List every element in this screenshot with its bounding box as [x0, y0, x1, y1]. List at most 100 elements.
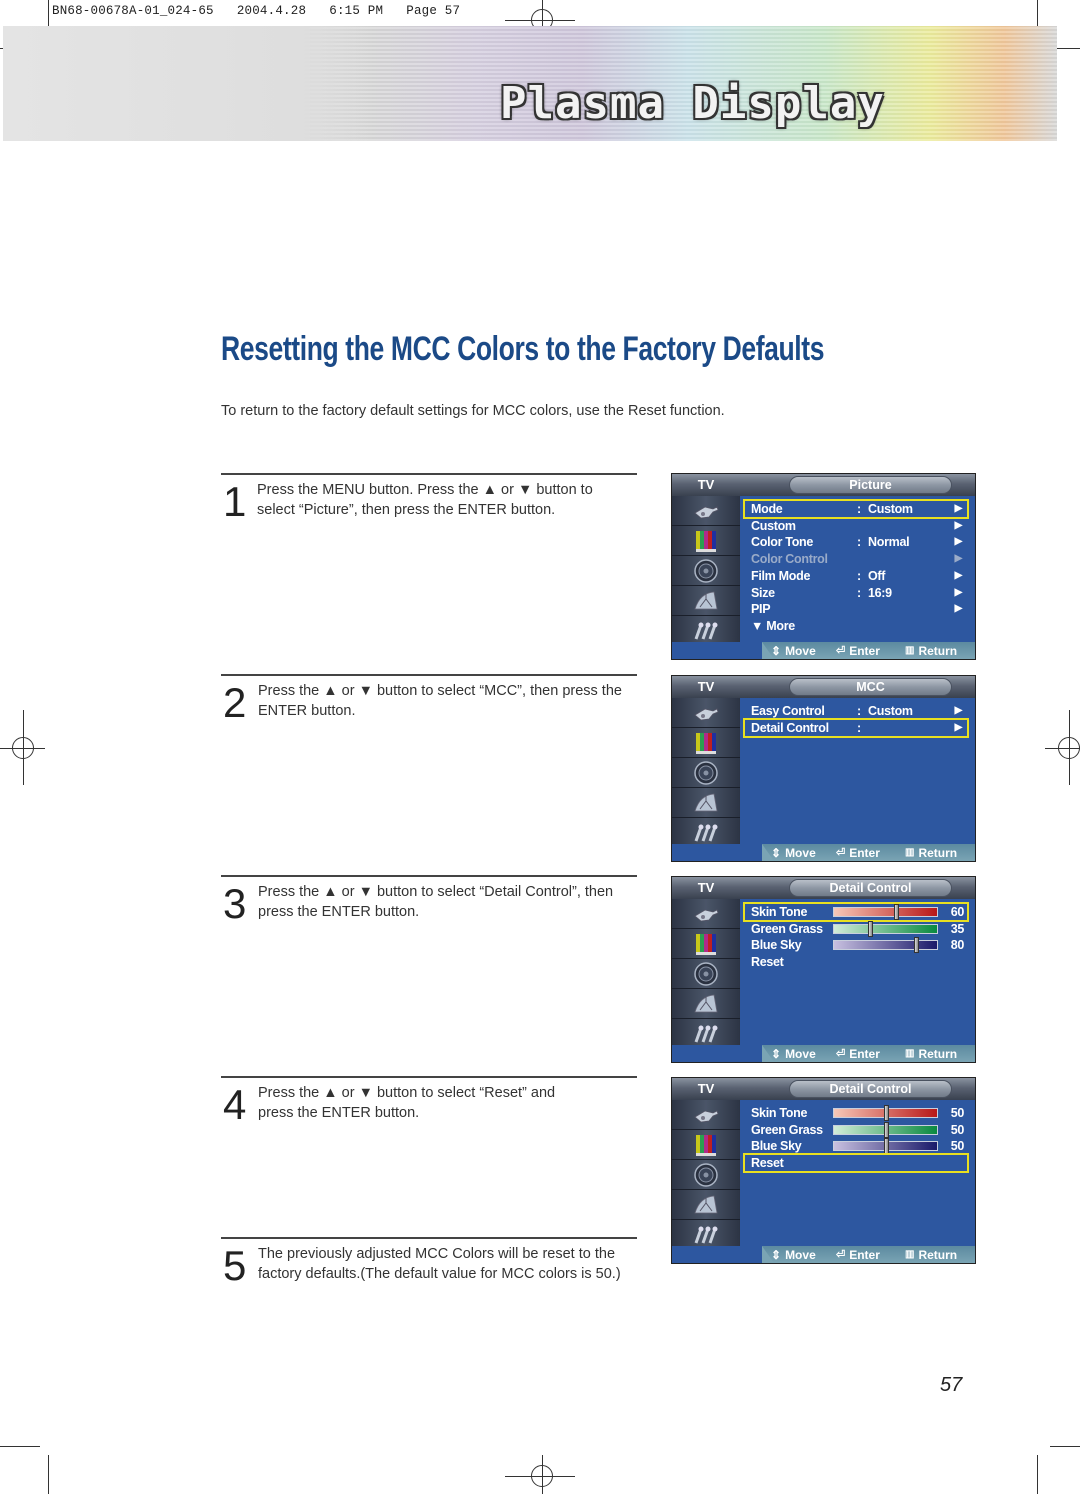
osd-menu-item[interactable]: Color Control ▶: [745, 551, 967, 567]
osd-move-hint: ⇕ Move: [771, 642, 816, 659]
osd-menu-item[interactable]: Easy Control: Custom ▶: [745, 703, 967, 719]
osd-menu-item[interactable]: Skin Tone 50: [745, 1105, 967, 1121]
menu-return-icon: ▥: [905, 645, 915, 656]
osd-item-label: Film Mode: [751, 568, 811, 583]
osd-menu-item[interactable]: Detail Control: ▶: [743, 717, 969, 738]
green-slider[interactable]: [833, 920, 938, 937]
arrow-right-icon: ▶: [954, 519, 963, 531]
red-slider[interactable]: [833, 904, 938, 920]
sound-speaker-icon[interactable]: [672, 758, 740, 788]
picture-color-bars-icon[interactable]: [672, 1130, 740, 1160]
osd-footer: ⇕ Move ⏎ Enter ▥ Return: [672, 1246, 975, 1263]
enter-icon: ⏎: [836, 1048, 846, 1060]
slider-thumb[interactable]: [914, 937, 920, 954]
slider-value: 60: [950, 905, 965, 919]
sound-speaker-icon[interactable]: [672, 959, 740, 989]
osd-menu-item[interactable]: Color Tone: Normal ▶: [745, 534, 967, 550]
osd-item-label: Green Grass: [751, 1122, 823, 1137]
input-plug-icon[interactable]: [672, 1100, 740, 1130]
osd-item-value: 16:9: [868, 585, 892, 600]
osd-menu-item[interactable]: Green Grass 35: [745, 920, 967, 937]
osd-item-label: Mode: [751, 502, 783, 516]
blue-slider[interactable]: [833, 937, 938, 954]
arrow-right-icon: ▶: [954, 603, 963, 615]
channel-satellite-icon[interactable]: [672, 788, 740, 818]
osd-sidebar: [672, 698, 740, 848]
osd-enter-hint: ⏎ Enter: [836, 844, 880, 861]
osd-menu-panel: Skin Tone 60 Green Grass 35 Blue Sky 80 Reset: [740, 899, 975, 1047]
crop-mark: [1045, 748, 1080, 749]
enter-label: Enter: [849, 643, 880, 658]
blue-slider[interactable]: [833, 1138, 938, 1155]
osd-item-label: PIP: [751, 602, 771, 617]
return-label: Return: [918, 845, 958, 860]
osd-menu-item[interactable]: Film Mode: Off ▶: [745, 568, 967, 584]
arrow-right-icon: ▶: [954, 503, 963, 514]
input-plug-icon[interactable]: [672, 698, 740, 728]
osd-menu-item[interactable]: Custom ▶: [745, 518, 967, 534]
step-text: Press the MENU button. Press the ▲ or ▼ …: [257, 482, 593, 518]
arrow-right-icon: ▶: [954, 536, 963, 548]
crop-mark: [1037, 1455, 1038, 1494]
osd-menu-item[interactable]: Mode: Custom ▶: [743, 499, 969, 519]
sound-speaker-icon[interactable]: [672, 556, 740, 586]
picture-color-bars-icon[interactable]: [672, 728, 740, 758]
osd-item-label: Reset: [751, 1156, 784, 1171]
osd-item-label: ▼ More: [751, 618, 795, 633]
osd-item-colon: :: [857, 585, 861, 600]
green-slider[interactable]: [833, 1121, 938, 1138]
osd-menu-item[interactable]: ▼ More: [745, 618, 967, 634]
slider-value: 50: [950, 1139, 965, 1154]
updown-arrow-icon: ⇕: [771, 845, 782, 860]
osd-menu-item[interactable]: Blue Sky 80: [745, 937, 967, 954]
crop-mark: [0, 1446, 40, 1447]
osd-menu-item[interactable]: Size:16:9 ▶: [745, 585, 967, 601]
osd-menu-tab[interactable]: Picture: [789, 476, 952, 494]
osd-sidebar: [672, 1100, 740, 1250]
osd-menu-item[interactable]: Reset: [743, 1153, 969, 1174]
input-plug-icon[interactable]: [672, 496, 740, 526]
slider-thumb[interactable]: [883, 1105, 889, 1121]
osd-menu-item[interactable]: Blue Sky 50: [745, 1138, 967, 1155]
osd-menu-tab[interactable]: MCC: [789, 678, 952, 696]
crop-mark: [23, 710, 24, 785]
osd-screen-1: TV Picture Mode: Custom ▶ Custom ▶ Color Tone: N…: [671, 473, 976, 660]
slider-value: 50: [950, 1122, 965, 1137]
arrow-right-icon: ▶: [954, 569, 963, 581]
osd-menu-panel: Mode: Custom ▶ Custom ▶ Color Tone: Normal ▶ Col…: [740, 496, 975, 644]
picture-color-bars-icon[interactable]: [672, 929, 740, 959]
slider-thumb[interactable]: [868, 920, 874, 937]
osd-item-colon: :: [857, 704, 861, 718]
osd-menu-tab[interactable]: Detail Control: [789, 1080, 952, 1098]
osd-sidebar: [672, 899, 740, 1049]
step-1: 1 Press the MENU button. Press the ▲ or …: [221, 473, 637, 523]
osd-enter-hint: ⏎ Enter: [836, 642, 880, 659]
channel-satellite-icon[interactable]: [672, 586, 740, 616]
step-text: Press the ▲ or ▼ button to select “MCC”,…: [258, 683, 622, 719]
page-title: Resetting the MCC Colors to the Factory …: [221, 330, 825, 368]
channel-satellite-icon[interactable]: [672, 1190, 740, 1220]
osd-screen-2: TV MCC Easy Control: Custom ▶ Detail Control:…: [671, 675, 976, 862]
red-slider[interactable]: [833, 1105, 938, 1121]
osd-menu-item[interactable]: PIP ▶: [745, 601, 967, 617]
osd-footer-accent: [672, 844, 774, 861]
osd-menu-tab[interactable]: Detail Control: [789, 879, 952, 897]
slider-thumb[interactable]: [883, 1138, 889, 1155]
crop-mark: [1050, 1446, 1080, 1447]
channel-satellite-icon[interactable]: [672, 989, 740, 1019]
step-text: Press the ▲ or ▼ button to select “Detai…: [258, 884, 614, 920]
osd-menu-item[interactable]: Green Grass 50: [745, 1121, 967, 1138]
osd-item-colon: :: [857, 535, 861, 550]
arrow-right-icon: ▶: [954, 705, 963, 716]
sound-speaker-icon[interactable]: [672, 1160, 740, 1190]
osd-menu-item[interactable]: Reset: [745, 954, 967, 970]
input-plug-icon[interactable]: [672, 899, 740, 929]
picture-color-bars-icon[interactable]: [672, 526, 740, 556]
slider-value: 80: [950, 938, 965, 953]
osd-item-label: Custom: [751, 518, 796, 533]
osd-menu-item[interactable]: Skin Tone 60: [743, 902, 969, 922]
slider-thumb[interactable]: [883, 1121, 889, 1138]
slider-thumb[interactable]: [893, 904, 899, 920]
osd-sidebar: [672, 496, 740, 646]
updown-arrow-icon: ⇕: [771, 643, 782, 658]
